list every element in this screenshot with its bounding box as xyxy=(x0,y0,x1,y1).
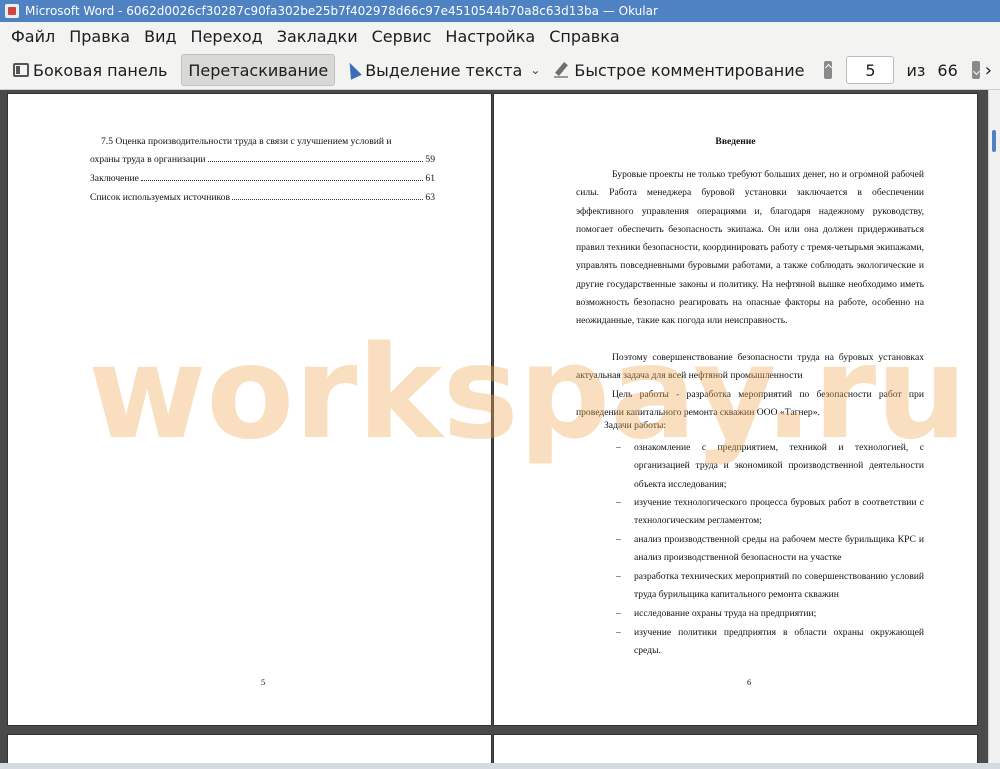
chevron-down-icon[interactable]: ⌄ xyxy=(530,63,540,77)
toc-line: Заключение 61 xyxy=(90,173,435,184)
toc-entry-page: 63 xyxy=(425,192,435,203)
page-number: 5 xyxy=(261,677,266,687)
drag-mode-label: Перетаскивание xyxy=(188,60,329,80)
document-viewport[interactable]: 7.5 Оценка производительности труда в св… xyxy=(0,90,988,769)
menu-bar: Файл Правка Вид Переход Закладки Сервис … xyxy=(0,22,1000,51)
task-text: анализ производственной среды на рабочем… xyxy=(634,534,924,564)
toc-line: 7.5 Оценка производительности труда в св… xyxy=(101,136,439,147)
task-text: исследование охраны труда на предприятии… xyxy=(634,608,817,619)
list-dash: – xyxy=(616,497,621,508)
task-text: изучение политики предприятия в области … xyxy=(634,627,924,657)
vertical-scrollbar[interactable] xyxy=(988,90,1000,769)
task-text: изучение технологического процесса буров… xyxy=(634,497,924,527)
toc-line: охраны труда в организации 59 xyxy=(90,154,435,165)
list-dash: – xyxy=(616,571,621,582)
menu-help[interactable]: Справка xyxy=(542,22,627,51)
task-item: – разработка технических мероприятий по с… xyxy=(616,568,924,605)
menu-settings[interactable]: Настройка xyxy=(438,22,542,51)
page-number: 6 xyxy=(747,677,752,687)
task-text: разработка технических мероприятий по со… xyxy=(634,571,924,601)
menu-edit[interactable]: Правка xyxy=(62,22,137,51)
page-5: 7.5 Оценка производительности труда в св… xyxy=(8,94,491,725)
task-text: ознакомление с предприятием, техникой и … xyxy=(634,442,924,490)
toc-line: Список используемых источников 63 xyxy=(90,192,435,203)
menu-bookmarks[interactable]: Закладки xyxy=(270,22,365,51)
toc-entry-text: Список используемых источников xyxy=(90,192,230,203)
window-title: Microsoft Word - 6062d0026cf30287c90fa30… xyxy=(25,4,658,18)
total-pages: 66 xyxy=(937,60,958,80)
text-select-button[interactable]: Выделение текста ⌄ xyxy=(341,55,546,85)
toolbar: Боковая панель Перетаскивание Выделение … xyxy=(0,51,1000,90)
toc-entry-page: 59 xyxy=(425,154,435,165)
drag-mode-button[interactable]: Перетаскивание xyxy=(181,54,336,86)
cursor-icon xyxy=(344,60,363,80)
menu-file[interactable]: Файл xyxy=(4,22,62,51)
page-number-input[interactable] xyxy=(846,56,895,84)
page-of-label: из xyxy=(906,60,926,80)
list-dash: – xyxy=(616,534,621,545)
scrollbar-thumb[interactable] xyxy=(992,130,996,152)
bottom-bar xyxy=(0,763,1000,769)
toc-dots xyxy=(231,198,424,200)
task-item: – исследование охраны труда на предприяти… xyxy=(616,605,924,623)
quick-annotate-button[interactable]: Быстрое комментирование xyxy=(548,55,810,85)
menu-view[interactable]: Вид xyxy=(137,22,183,51)
task-item: – анализ производственной среды на рабоче… xyxy=(616,531,924,568)
page-6: Введение Буровые проекты не только требу… xyxy=(494,94,977,725)
menu-tools[interactable]: Сервис xyxy=(365,22,439,51)
task-item: – ознакомление с предприятием, техникой и… xyxy=(616,439,924,494)
section-title: Введение xyxy=(715,136,756,147)
toc-dots xyxy=(207,160,424,162)
toc-dots xyxy=(140,179,424,181)
list-dash: – xyxy=(616,608,621,619)
pen-icon xyxy=(554,62,570,78)
intro-paragraph: Поэтому совершенствование безопасности т… xyxy=(576,352,924,382)
task-item: – изучение технологического процесса буро… xyxy=(616,494,924,531)
sidebar-icon xyxy=(13,63,29,77)
toc-entry-page: 61 xyxy=(425,173,435,184)
toc-entry-text: охраны труда в организации xyxy=(90,154,206,165)
toc-entry-text: Заключение xyxy=(90,173,139,184)
toolbar-overflow-icon[interactable]: › xyxy=(985,60,992,81)
list-dash: – xyxy=(616,627,621,638)
title-bar: Microsoft Word - 6062d0026cf30287c90fa30… xyxy=(0,0,1000,22)
menu-go[interactable]: Переход xyxy=(184,22,270,51)
previous-page-icon[interactable] xyxy=(824,61,833,79)
intro-paragraph: Буровые проекты не только требуют больши… xyxy=(576,169,924,327)
quick-annotate-label: Быстрое комментирование xyxy=(574,60,805,80)
toc-entry-text: 7.5 Оценка производительности труда в св… xyxy=(101,136,392,147)
intro-paragraph: Цель работы - разработка мероприятий по … xyxy=(576,389,924,419)
list-dash: – xyxy=(616,442,621,453)
okular-app-icon xyxy=(5,4,19,18)
tasks-header: Задачи работы: xyxy=(604,420,667,431)
text-select-label: Выделение текста xyxy=(365,60,523,80)
next-page-icon[interactable] xyxy=(971,61,980,79)
task-item: – изучение политики предприятия в области… xyxy=(616,624,924,661)
sidebar-button[interactable]: Боковая панель xyxy=(7,55,173,85)
sidebar-button-label: Боковая панель xyxy=(33,60,168,80)
